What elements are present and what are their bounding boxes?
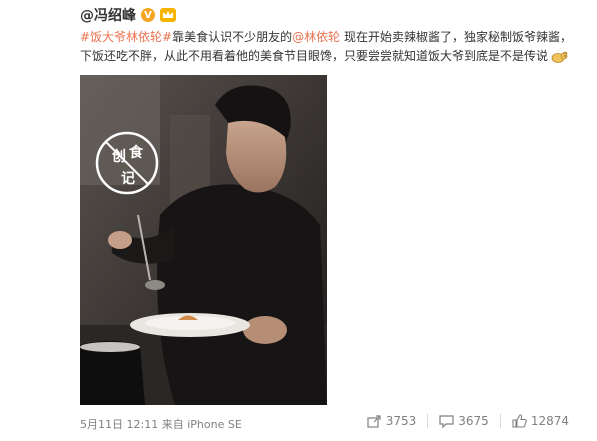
comment-count: 3675: [458, 414, 489, 428]
post-header: @冯绍峰 V: [80, 4, 176, 26]
mention-link[interactable]: @林依轮: [292, 30, 340, 44]
like-button[interactable]: 12874: [501, 414, 580, 428]
post-date[interactable]: 5月11日 12:11: [80, 418, 158, 431]
post-source[interactable]: iPhone SE: [187, 418, 242, 431]
post-text-segment: 靠美食认识不少朋友的: [172, 30, 293, 44]
share-icon: [367, 414, 381, 428]
comment-button[interactable]: 3675: [428, 414, 500, 428]
thumbs-up-icon: [512, 414, 527, 428]
share-button[interactable]: 3753: [356, 414, 428, 428]
logo-char-3: 记: [121, 171, 135, 187]
source-prefix: 来自: [161, 418, 184, 431]
like-count: 12874: [530, 414, 569, 428]
comment-icon: [439, 414, 454, 428]
topic-link[interactable]: #饭大爷林依轮#: [80, 30, 172, 44]
verified-badge-icon[interactable]: V: [141, 8, 155, 22]
share-count: 3753: [385, 414, 417, 428]
post-image[interactable]: 创 食 记: [80, 75, 327, 405]
sheep-emoji-icon: [551, 51, 568, 63]
logo-char-1: 创: [111, 148, 126, 165]
post-actions: 3753 3675 12874: [356, 414, 580, 428]
post-text: #饭大爷林依轮#靠美食认识不少朋友的@林依轮 现在开始卖辣椒酱了，独家秘制饭爷辣…: [80, 28, 580, 66]
post-meta: 5月11日 12:11 来自 iPhone SE: [80, 416, 242, 432]
logo-char-2: 食: [129, 144, 144, 161]
post-footer: 5月11日 12:11 来自 iPhone SE 3753 3675 12874: [80, 414, 580, 432]
vip-crown-icon[interactable]: [160, 8, 176, 22]
author-name[interactable]: @冯绍峰: [80, 5, 136, 25]
